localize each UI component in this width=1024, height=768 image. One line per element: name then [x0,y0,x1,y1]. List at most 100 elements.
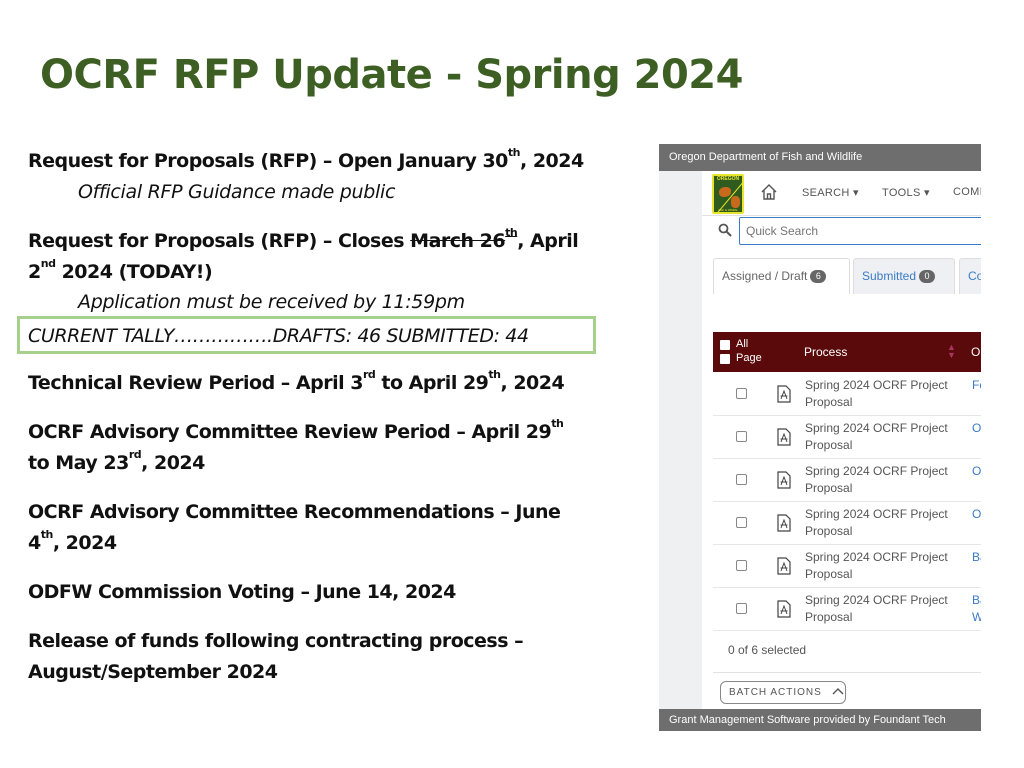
table-row[interactable]: Spring 2024 OCRF Project Proposal O [713,502,981,545]
sort-icon[interactable]: ▲ ▼ [947,343,956,360]
nav-search-menu[interactable]: SEARCH ▾ [802,186,859,199]
process-column-header[interactable]: Process [804,345,847,359]
process-name-line1: Spring 2024 OCRF Project [805,378,948,392]
logo-subtext: Fish & Wildlife [718,208,738,212]
advisory-rec-line-2: 4th, 2024 [28,528,117,559]
pdf-icon[interactable] [777,514,791,532]
tab-label: Assigned / Draft [722,269,808,283]
quick-search [713,217,981,245]
row-checkbox[interactable] [736,560,747,571]
count-badge: 0 [919,270,936,283]
fish-icon [719,187,731,197]
process-name-line2: Proposal [805,395,853,409]
link-line1: Fo [972,378,981,392]
advisory-review-year: , 2024 [141,452,205,474]
rfp-closes-note: Application must be received by 11:59pm [78,291,465,313]
pdf-icon[interactable] [777,385,791,403]
process-name-line2: Proposal [805,481,853,495]
table-row[interactable]: Spring 2024 OCRF Project Proposal O [713,416,981,459]
row-checkbox[interactable] [736,517,747,528]
table-row[interactable]: Spring 2024 OCRF Project Proposal Ba W [713,588,981,631]
row-checkbox[interactable] [736,603,747,614]
select-page-checkbox[interactable] [720,354,730,364]
organization-link[interactable]: Fo [972,377,981,394]
table-row[interactable]: Spring 2024 OCRF Project Proposal Fo [713,373,981,416]
ordinal-suffix: th [40,528,54,541]
organization-link[interactable]: O [972,463,981,480]
process-name-line2: Proposal [805,524,853,538]
technical-review-line: Technical Review Period – April 3rd to A… [28,368,565,399]
row-checkbox[interactable] [736,388,747,399]
next-column-header[interactable]: O [971,345,980,359]
process-name-line2: Proposal [805,610,853,624]
process-name[interactable]: Spring 2024 OCRF Project Proposal [805,463,955,497]
organization-link[interactable]: Ba [972,549,981,566]
technical-review-end: to April 29 [375,372,489,394]
grid-header: All Page Process ▲ ▼ O [713,332,981,372]
rfp-closes-line-2: 2nd 2024 (TODAY!) [28,257,213,288]
row-checkbox[interactable] [736,474,747,485]
tab-completed[interactable]: Co [959,258,981,294]
advisory-rec-line: OCRF Advisory Committee Recommendations … [28,501,561,523]
process-name[interactable]: Spring 2024 OCRF Project Proposal [805,420,955,454]
rfp-open-line: Request for Proposals (RFP) – Open Janua… [28,146,584,177]
pdf-icon[interactable] [777,557,791,575]
tab-bar: Assigned / Draft 6 Submitted 0 Co [713,258,981,294]
organization-link[interactable]: O [972,420,981,437]
pdf-icon[interactable] [777,600,791,618]
advisory-review-line: OCRF Advisory Committee Review Period – … [28,417,564,448]
advisory-review-line-2: to May 23rd, 2024 [28,448,205,479]
search-icon[interactable] [718,223,732,237]
current-tally-text: CURRENT TALLY…………….DRAFTS: 46 SUBMITTED:… [28,325,529,347]
technical-review-year: , 2024 [500,372,565,394]
ordinal-suffix: rd [362,368,376,381]
link-line1: O [972,421,981,435]
commission-voting-line: ODFW Commission Voting – June 14, 2024 [28,581,456,603]
process-name-line2: Proposal [805,438,853,452]
process-name[interactable]: Spring 2024 OCRF Project Proposal [805,549,955,583]
link-line1: Ba [972,593,981,607]
process-name[interactable]: Spring 2024 OCRF Project Proposal [805,506,955,540]
batch-actions-button[interactable]: BATCH ACTIONS [720,681,846,704]
selected-count: 0 of 6 selected [728,643,807,657]
release-funds-line: Release of funds following contracting p… [28,630,524,652]
link-line1: O [972,507,981,521]
process-name-line1: Spring 2024 OCRF Project [805,464,948,478]
organization-link[interactable]: O [972,506,981,523]
select-all-checkbox[interactable] [720,340,730,350]
batch-actions-label: BATCH ACTIONS [729,687,822,698]
old-close-date: March 26th [410,226,518,252]
nav-tools-menu[interactable]: TOOLS ▾ [882,186,930,199]
pdf-icon[interactable] [777,428,791,446]
advisory-review-text: OCRF Advisory Committee Review Period – … [28,421,552,443]
row-checkbox[interactable] [736,431,747,442]
advisory-rec-day: 4 [28,532,41,554]
nav-more-menu[interactable]: COMI [953,186,981,198]
select-all-label: All [736,338,749,350]
select-page-label: Page [736,352,762,364]
process-name-line2: Proposal [805,567,853,581]
home-icon[interactable] [760,183,778,201]
process-name-line1: Spring 2024 OCRF Project [805,421,948,435]
technical-review-text: Technical Review Period – April 3 [28,372,363,394]
odfw-logo[interactable]: OREGON Fish & Wildlife [712,174,744,214]
organization-link[interactable]: Ba W [972,592,981,626]
process-name[interactable]: Spring 2024 OCRF Project Proposal [805,377,955,411]
ordinal-suffix: nd [40,257,56,270]
pdf-icon[interactable] [777,471,791,489]
ordinal-suffix: rd [128,448,142,461]
process-name-line1: Spring 2024 OCRF Project [805,550,948,564]
ordinal-suffix: th [551,417,564,430]
link-line1: Ba [972,550,981,564]
logo-text: OREGON [716,176,740,182]
tab-assigned-draft[interactable]: Assigned / Draft 6 [713,258,850,294]
count-badge: 6 [810,270,827,283]
org-bar: Oregon Department of Fish and Wildlife [659,144,981,171]
tab-label: Submitted [862,269,917,283]
table-row[interactable]: Spring 2024 OCRF Project Proposal Ba [713,545,981,588]
ordinal-suffix: th [488,368,501,381]
process-name[interactable]: Spring 2024 OCRF Project Proposal [805,592,955,626]
table-row[interactable]: Spring 2024 OCRF Project Proposal O [713,459,981,502]
tab-submitted[interactable]: Submitted 0 [853,258,955,294]
quick-search-input[interactable] [739,217,981,245]
